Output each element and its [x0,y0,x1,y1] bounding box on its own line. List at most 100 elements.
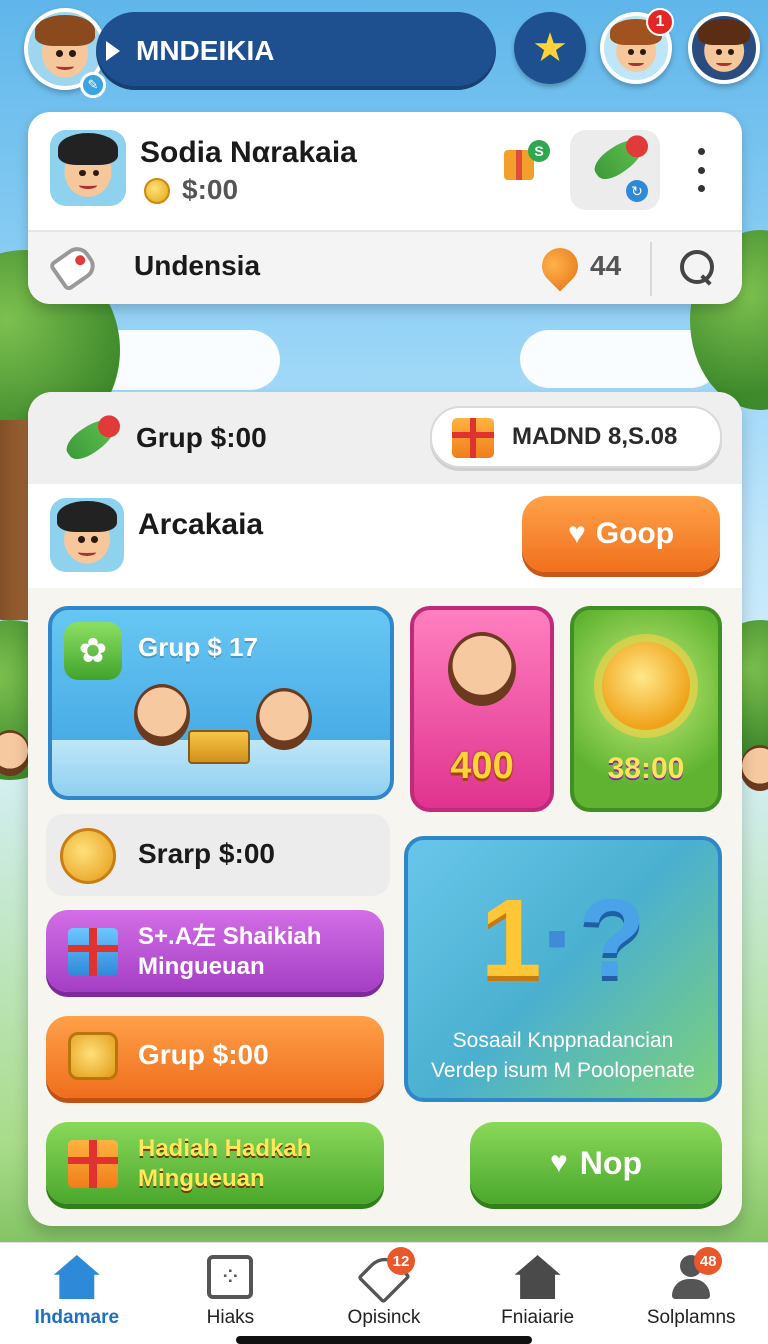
rocket-icon [589,132,649,186]
profile-balance: $:00 [182,174,239,205]
quiz-caption: Sosaail Knppnadancian Verdep isum M Pool… [408,1026,718,1086]
more-options-icon[interactable] [688,148,714,192]
weekly-gift-label: S+.A左 Shaikiah Mingueuan [138,922,321,982]
avatar-smile [628,60,644,66]
character-illustration [436,632,528,752]
group-balance: Grup $:00 [136,422,267,453]
avatar-eye [639,49,646,56]
gift-reward-line2: Mingueuan [138,1165,265,1192]
group-balance-row: Grup $:00 MADND 8,S.08 [28,392,742,484]
avatar-smile [716,60,732,66]
search-icon[interactable] [678,248,714,284]
nop-label: Nop [579,1144,642,1181]
flower-icon: ✿ [64,622,122,680]
group-coins-button[interactable]: Grup $:00 [46,1016,384,1098]
coin-icon [144,178,170,204]
member-row: Arcakaia ♥ Goop [28,484,742,588]
nop-button[interactable]: ♥ Nop [470,1122,722,1204]
avatar-eye [727,49,734,56]
avatar-hair [698,18,750,46]
nav-item-fniaiarie[interactable]: Fniaiarie [461,1243,615,1344]
avatar-eye [56,50,63,58]
character-tile[interactable]: 400 [410,606,554,812]
member-avatar[interactable] [50,498,124,572]
sraap-row[interactable]: Srarp $:00 [46,814,390,896]
quiz-caption-line2: Verdep isum M Poolopenate [431,1059,695,1082]
member-name: Arcakaia [138,508,264,541]
avatar-hair [57,133,119,165]
heart-icon: ♥ [549,1146,568,1179]
avatar-eye [78,169,86,177]
sun-icon [602,642,690,730]
medal-icon [60,828,116,884]
goop-button[interactable]: ♥ Goop [522,496,720,572]
nav-label: Solplamns [646,1307,736,1328]
weekly-gift-button[interactable]: S+.A左 Shaikiah Mingueuan [46,910,384,992]
gift-reward-button[interactable]: Hadiah Hadkah Mingueuan [46,1122,384,1204]
sraap-label: Srarp $:00 [138,838,275,869]
group-tile[interactable]: ✿ Grup $ 17 [48,606,394,800]
main-panel: Grup $:00 MADND 8,S.08 Arcakaia ♥ Goop ✿… [28,392,742,1226]
child-character [256,688,312,750]
nav-item-solplamns[interactable]: 48 Solplamns [614,1243,768,1344]
quiz-number-right: ? [578,877,646,1000]
avatar-hair [35,14,95,47]
heart-icon: ♥ [567,517,586,550]
avatar-smile [56,62,74,70]
nav-item-hiaks[interactable]: Hiaks [154,1243,308,1344]
timer-tile[interactable]: 38:00 [570,606,722,812]
nav-label: Opisinck [347,1307,421,1328]
weekly-gift-line1: S+.A左 Shaikiah [138,923,322,950]
madnd-label: MADND 8,S.08 [512,423,678,450]
home-icon [53,1255,100,1299]
cloud [520,330,720,388]
user-icon: 48 [668,1247,723,1299]
house-icon [514,1255,561,1299]
notification-badge: 1 [646,8,674,36]
character-face [448,632,516,706]
nav-item-home[interactable]: Ihdamare [0,1243,154,1344]
quiz-tile[interactable]: 1·? Sosaail Knppnadancian Verdep isum M … [404,836,722,1102]
quiz-number-mid: · [541,877,579,1000]
madnd-button[interactable]: MADND 8,S.08 [430,406,722,468]
tag-icon [47,241,101,293]
goop-label: Goop [595,517,675,550]
gift-icon [68,928,118,976]
profile-card: Sodia Nαrakaia $:00 S ↻ Undensia 44 [28,112,742,304]
top-bar: ✎ MNDEIKIA ★ 1 [0,0,768,104]
avatar-smile [78,548,96,556]
character-value: 400 [450,745,514,787]
app-title: MNDEIKIA [136,35,275,66]
favorites-button[interactable]: ★ [514,12,586,84]
nav-label: Ihdamare [34,1307,120,1328]
group-coins-label: Grup $:00 [138,1039,269,1070]
gift-reward-label: Hadiah Hadkah Mingueuan [138,1134,311,1194]
coin-bag-icon [68,1032,118,1080]
nav-label: Fniaiarie [501,1307,575,1328]
profile-name: Sodia Nαrakaia [140,136,357,169]
girl-avatar[interactable] [688,12,760,84]
level-icon: ✎ [80,72,106,98]
child-character [134,684,190,746]
gift-icon [452,418,494,458]
likes-count: 44 [590,250,622,281]
profile-region-row: Undensia 44 [28,230,742,304]
nav-badge: 12 [386,1247,415,1275]
title-pill[interactable]: MNDEIKIA [96,12,496,90]
gift-badge: S [528,140,550,162]
profile-avatar[interactable] [50,130,126,206]
nav-badge: 48 [694,1247,723,1275]
bottom-nav: Ihdamare Hiaks 12 Opisinck Fniaiarie 48 … [0,1242,768,1344]
divider [650,242,652,296]
refresh-icon: ↻ [626,180,648,202]
profile-header: Sodia Nαrakaia $:00 S ↻ [28,112,742,230]
heart-icon[interactable] [534,240,586,292]
nav-label: Hiaks [206,1307,255,1328]
gift-icon [68,1140,118,1188]
quiz-number: 1·? [408,884,718,994]
avatar-hair [57,500,117,533]
chevron-right-icon [106,41,120,61]
home-indicator[interactable] [236,1336,532,1344]
boost-button[interactable]: ↻ [570,130,660,210]
nav-item-opisinck[interactable]: 12 Opisinck [307,1243,461,1344]
